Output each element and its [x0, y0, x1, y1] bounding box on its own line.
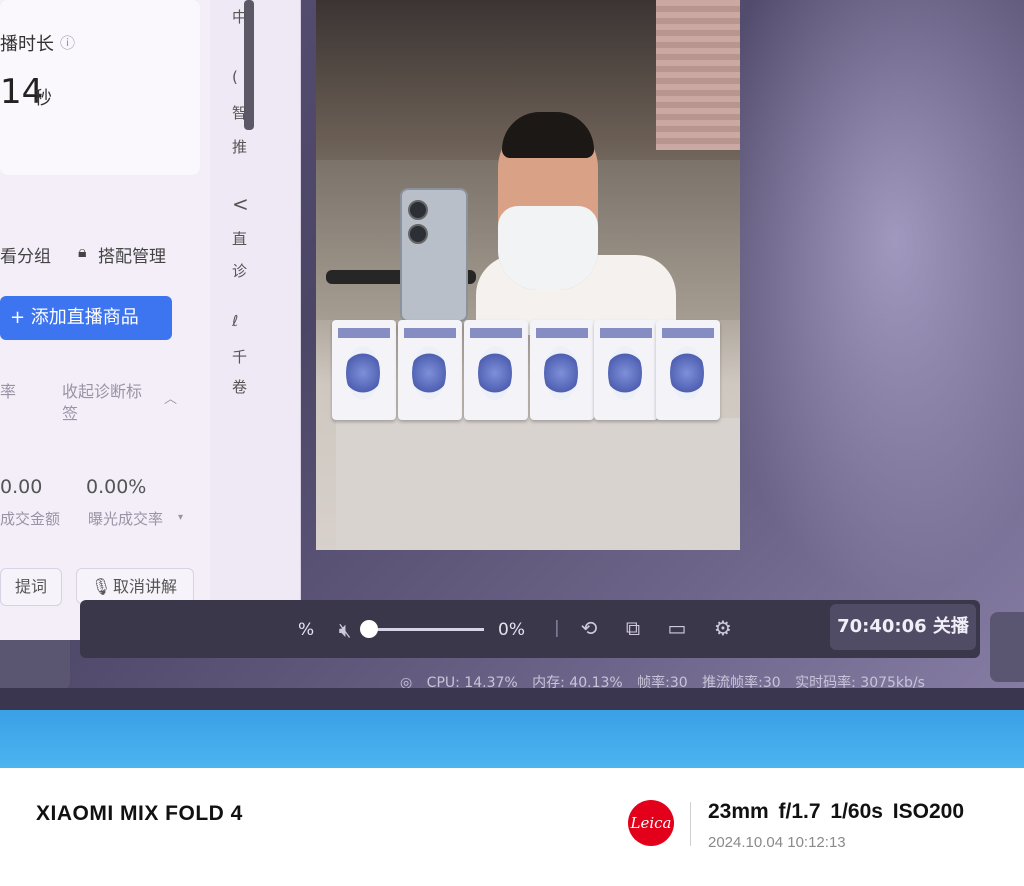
- side-panel-edge: [990, 612, 1024, 682]
- rice-bag: [464, 320, 528, 420]
- video-camera-icon[interactable]: ▭: [664, 616, 690, 640]
- speaker-muted-icon[interactable]: 🔇︎: [332, 618, 358, 642]
- duration-unit: 秒: [34, 88, 52, 109]
- stat-rate-value: 0.00%: [86, 476, 147, 498]
- host-face-mask: [498, 206, 598, 290]
- live-video-preview: [316, 0, 740, 550]
- brush-icon[interactable]: ℓ: [232, 312, 238, 330]
- phone-camera-lens: [408, 200, 428, 220]
- flip-camera-icon[interactable]: ⟲: [576, 616, 602, 640]
- rice-bag: [332, 320, 396, 420]
- separator: |: [554, 618, 560, 638]
- collapse-left-icon[interactable]: <: [232, 192, 249, 216]
- side-char-6[interactable]: 直: [232, 228, 247, 249]
- tab-view-group[interactable]: 看分组: [0, 242, 51, 267]
- rice-bag: [398, 320, 462, 420]
- cancel-explain-button[interactable]: 🎙︎ 取消讲解: [76, 568, 194, 604]
- rice-bag: [530, 320, 594, 420]
- phone-on-mount: [400, 188, 468, 322]
- phone-camera-lens: [408, 224, 428, 244]
- side-char-10[interactable]: 卷: [232, 376, 247, 397]
- collapse-diagnosis-tags-line2: 签: [62, 404, 79, 423]
- exif-info: 23mm f/1.7 1/60s ISO200: [708, 800, 964, 823]
- monitor-screen: 播时长 ⓘ 14 秒 看分组 🔒︎ 搭配管理 + 添加直播商品 率 收起诊断标 …: [0, 0, 1024, 768]
- settings-icon[interactable]: ⚙: [710, 616, 736, 640]
- volume-slider-knob[interactable]: [360, 620, 378, 638]
- device-model: XIAOMI MIX FOLD 4: [36, 802, 243, 825]
- end-live-button[interactable]: 70:40:06 关播: [830, 604, 976, 650]
- prompt-button[interactable]: 提词: [0, 568, 62, 606]
- host-hair: [502, 112, 594, 158]
- speaker-volume-percent: 0%: [498, 620, 525, 640]
- leica-logo: Leica: [628, 800, 674, 846]
- mic-volume-percent: %: [298, 620, 315, 640]
- add-live-product-button[interactable]: + 添加直播商品: [0, 296, 172, 340]
- screen-mirror-icon[interactable]: ⧉: [620, 616, 646, 640]
- side-char-3[interactable]: 智: [232, 102, 247, 123]
- side-nav: [210, 0, 300, 640]
- chevron-up-icon[interactable]: ︿: [164, 388, 177, 407]
- help-icon[interactable]: ⓘ: [60, 32, 75, 53]
- side-char-2: (: [232, 68, 238, 86]
- rice-bag: [594, 320, 658, 420]
- camera-watermark: XIAOMI MIX FOLD 4 Leica 23mm f/1.7 1/60s…: [0, 768, 1024, 886]
- stat-amount-value: 0.00: [0, 476, 43, 498]
- side-char-1: 中: [232, 8, 248, 26]
- column-fragment: 率: [0, 382, 17, 401]
- side-char-9[interactable]: 千: [232, 346, 247, 367]
- lock-icon: 🔒︎: [78, 242, 87, 261]
- divider: [690, 802, 691, 846]
- side-char-7[interactable]: 诊: [232, 260, 247, 281]
- display-counter: [336, 418, 740, 550]
- side-char-4[interactable]: 推: [232, 136, 247, 157]
- capture-datetime: 2024.10.04 10:12:13: [708, 834, 846, 851]
- duration-label: 播时长: [0, 34, 54, 55]
- volume-slider[interactable]: [372, 628, 484, 631]
- panel-edge: [0, 640, 70, 690]
- monitor-frame-blue: [0, 710, 1024, 768]
- monitor-bezel: [0, 688, 1024, 712]
- screen-glare: [700, 0, 1024, 600]
- tab-bundle-manage[interactable]: 搭配管理: [98, 242, 166, 267]
- stat-rate-label: 曝光成交率: [88, 510, 164, 528]
- collapse-diagnosis-tags[interactable]: 收起诊断标: [62, 378, 142, 402]
- stat-amount-label: 成交金额: [0, 510, 61, 528]
- background-shelf: [656, 0, 740, 150]
- dropdown-caret-icon[interactable]: ▾: [178, 512, 183, 523]
- rice-bag: [656, 320, 720, 420]
